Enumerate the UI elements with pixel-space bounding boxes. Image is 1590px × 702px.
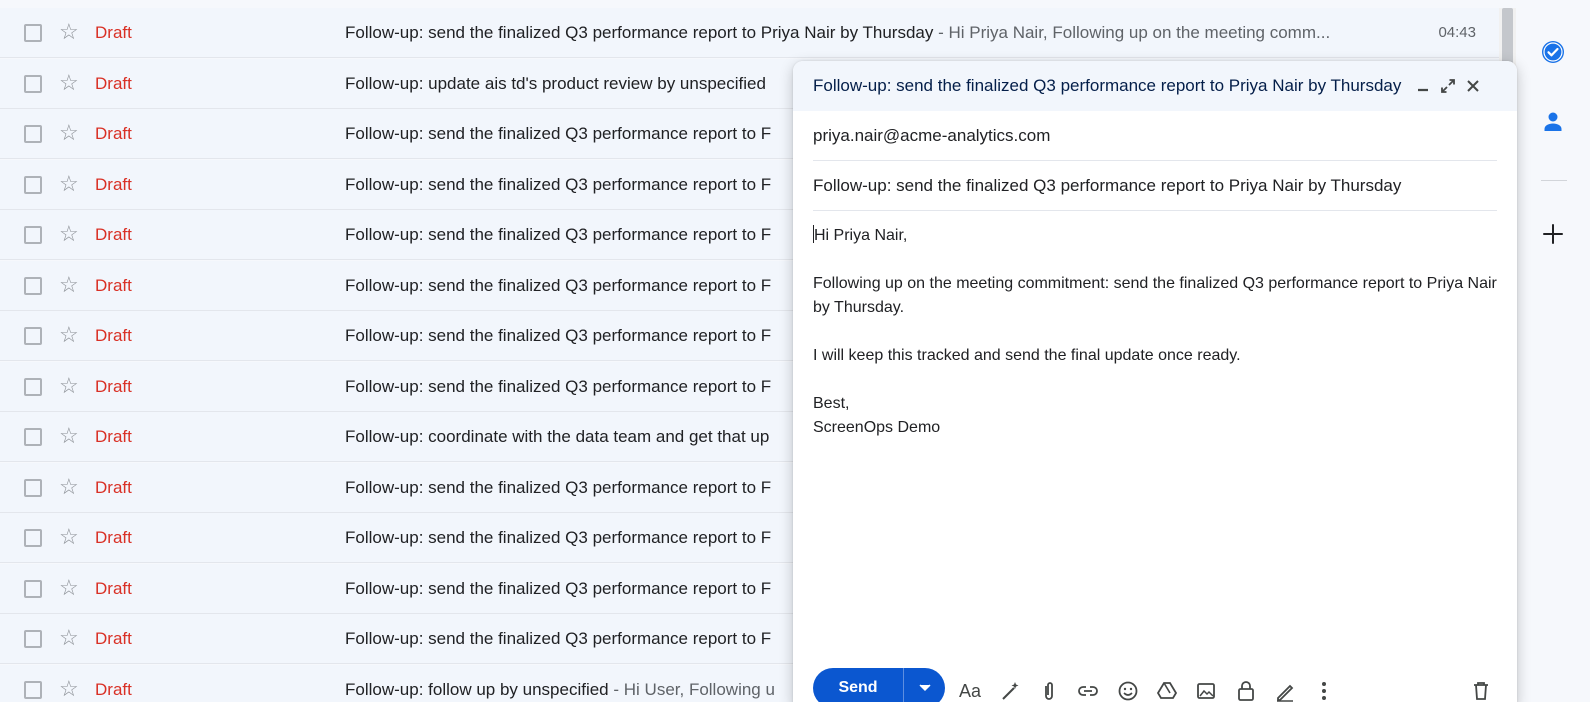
close-icon[interactable]	[1461, 74, 1485, 98]
draft-label: Draft	[95, 680, 132, 699]
trash-icon[interactable]	[1468, 678, 1494, 702]
link-icon[interactable]	[1075, 678, 1101, 702]
drive-icon[interactable]	[1154, 678, 1180, 702]
side-panel	[1516, 0, 1590, 702]
draft-label: Draft	[95, 124, 132, 143]
select-checkbox[interactable]	[24, 378, 42, 396]
email-row[interactable]: ☆ Draft Follow-up: send the finalized Q3…	[0, 8, 1516, 58]
compose-toolbar: Send Aa	[793, 666, 1517, 702]
send-button[interactable]: Send	[813, 668, 903, 702]
subject-value[interactable]: Follow-up: send the finalized Q3 perform…	[813, 176, 1401, 196]
to-field[interactable]: priya.nair@acme-analytics.com	[813, 111, 1497, 161]
select-checkbox[interactable]	[24, 24, 42, 42]
star-icon[interactable]: ☆	[59, 120, 79, 146]
subject-field[interactable]: Follow-up: send the finalized Q3 perform…	[813, 161, 1497, 211]
body-signature: ScreenOps Demo	[813, 419, 941, 436]
draft-label: Draft	[95, 579, 132, 598]
draft-label: Draft	[95, 225, 132, 244]
body-paragraph-1: Following up on the meeting commitment: …	[813, 275, 1497, 316]
draft-label: Draft	[95, 377, 132, 396]
draft-label: Draft	[95, 629, 132, 648]
subject-text: Follow-up: send the finalized Q3 perform…	[345, 326, 772, 345]
star-icon[interactable]: ☆	[59, 575, 79, 601]
select-checkbox[interactable]	[24, 75, 42, 93]
more-options-icon[interactable]	[1311, 678, 1337, 702]
email-snippet: - Hi Priya Nair, Following up on the mee…	[933, 23, 1331, 42]
tasks-icon[interactable]	[1537, 36, 1569, 68]
insert-photo-icon[interactable]	[1193, 678, 1219, 702]
select-checkbox[interactable]	[24, 125, 42, 143]
minimize-icon[interactable]	[1411, 74, 1435, 98]
subject-text: Follow-up: send the finalized Q3 perform…	[345, 276, 772, 295]
emoji-icon[interactable]	[1115, 678, 1141, 702]
draft-label: Draft	[95, 276, 132, 295]
subject-text: Follow-up: send the finalized Q3 perform…	[345, 23, 934, 42]
subject-text: Follow-up: update ais td's product revie…	[345, 74, 766, 93]
draft-label: Draft	[95, 175, 132, 194]
star-icon[interactable]: ☆	[59, 423, 79, 449]
select-checkbox[interactable]	[24, 327, 42, 345]
send-button-group: Send	[813, 668, 945, 702]
select-checkbox[interactable]	[24, 630, 42, 648]
subject-text: Follow-up: send the finalized Q3 perform…	[345, 225, 772, 244]
lock-icon[interactable]	[1233, 678, 1259, 702]
contacts-icon[interactable]	[1537, 106, 1569, 138]
subject-text: Follow-up: send the finalized Q3 perform…	[345, 629, 772, 648]
star-icon[interactable]: ☆	[59, 524, 79, 550]
subject-text: Follow-up: send the finalized Q3 perform…	[345, 175, 772, 194]
subject-text: Follow-up: follow up by unspecified	[345, 680, 609, 699]
magic-write-icon[interactable]	[997, 678, 1023, 702]
subject-text: Follow-up: send the finalized Q3 perform…	[345, 579, 772, 598]
formatting-icon[interactable]: Aa	[957, 678, 983, 702]
subject-text: Follow-up: send the finalized Q3 perform…	[345, 124, 772, 143]
select-checkbox[interactable]	[24, 176, 42, 194]
draft-label: Draft	[95, 478, 132, 497]
compose-title: Follow-up: send the finalized Q3 perform…	[813, 76, 1402, 95]
send-separator	[903, 668, 904, 702]
select-checkbox[interactable]	[24, 681, 42, 699]
body-signoff: Best,	[813, 395, 850, 412]
subject-text: Follow-up: coordinate with the data team…	[345, 427, 770, 446]
body-greeting: Hi Priya Nair,	[813, 225, 908, 244]
star-icon[interactable]: ☆	[59, 70, 79, 96]
star-icon[interactable]: ☆	[59, 272, 79, 298]
fullscreen-icon[interactable]	[1436, 74, 1460, 98]
email-subject: Follow-up: send the finalized Q3 perform…	[345, 23, 1375, 43]
select-checkbox[interactable]	[24, 580, 42, 598]
draft-label: Draft	[95, 528, 132, 547]
add-icon[interactable]	[1537, 218, 1569, 250]
email-snippet: - Hi User, Following u	[608, 680, 775, 699]
star-icon[interactable]: ☆	[59, 373, 79, 399]
star-icon[interactable]: ☆	[59, 221, 79, 247]
side-panel-divider	[1541, 180, 1567, 181]
attach-icon[interactable]	[1036, 678, 1062, 702]
compose-window: Follow-up: send the finalized Q3 perform…	[793, 61, 1517, 702]
draft-label: Draft	[95, 23, 132, 42]
select-checkbox[interactable]	[24, 226, 42, 244]
subject-text: Follow-up: send the finalized Q3 perform…	[345, 478, 772, 497]
to-recipient[interactable]: priya.nair@acme-analytics.com	[813, 126, 1050, 146]
draft-label: Draft	[95, 74, 132, 93]
email-time: 04:43	[1438, 24, 1476, 41]
compose-header[interactable]: Follow-up: send the finalized Q3 perform…	[793, 61, 1517, 111]
star-icon[interactable]: ☆	[59, 322, 79, 348]
draft-label: Draft	[95, 326, 132, 345]
star-icon[interactable]: ☆	[59, 676, 79, 702]
message-body[interactable]: Hi Priya Nair, Following up on the meeti…	[813, 224, 1497, 440]
select-checkbox[interactable]	[24, 428, 42, 446]
select-checkbox[interactable]	[24, 529, 42, 547]
signature-icon[interactable]	[1272, 678, 1298, 702]
subject-text: Follow-up: send the finalized Q3 perform…	[345, 528, 772, 547]
star-icon[interactable]: ☆	[59, 625, 79, 651]
star-icon[interactable]: ☆	[59, 171, 79, 197]
body-paragraph-2: I will keep this tracked and send the fi…	[813, 347, 1241, 364]
draft-label: Draft	[95, 427, 132, 446]
send-options-chevron-icon[interactable]	[905, 668, 945, 702]
select-checkbox[interactable]	[24, 277, 42, 295]
star-icon[interactable]: ☆	[59, 474, 79, 500]
star-icon[interactable]: ☆	[59, 19, 79, 45]
subject-text: Follow-up: send the finalized Q3 perform…	[345, 377, 772, 396]
select-checkbox[interactable]	[24, 479, 42, 497]
